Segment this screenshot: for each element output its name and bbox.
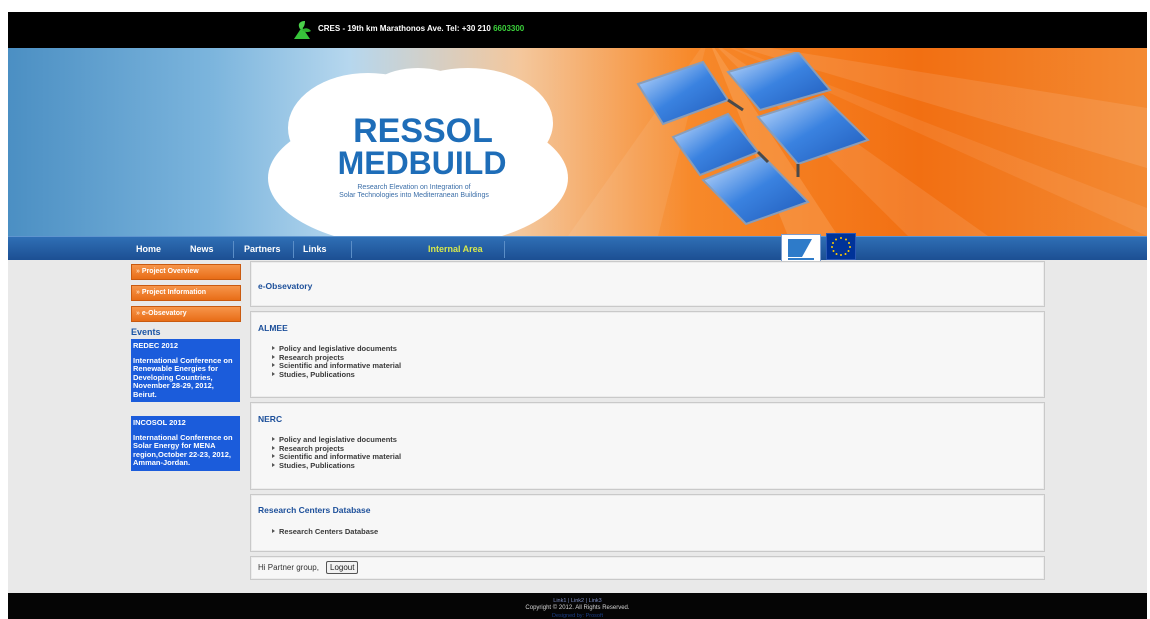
tagline-line-2: Solar Technologies into Mediterranean Bu… <box>339 192 489 199</box>
contact-text: CRES - 19th km Marathonos Ave. Tel: +30 … <box>318 24 494 33</box>
arrow-right-icon <box>272 346 275 350</box>
sidebar-e-obsevatory[interactable]: » e-Obsevatory <box>131 306 241 322</box>
panel-title[interactable]: e-Obsevatory <box>258 281 312 291</box>
double-chevron-icon: » <box>136 268 140 275</box>
link-label: Research Centers Database <box>279 527 379 536</box>
link-label: Studies, Publications <box>279 369 355 379</box>
cres-leaf-icon <box>294 21 311 39</box>
nav-separator <box>293 241 294 258</box>
event-incosol-2012[interactable]: INCOSOL 2012 International Conference on… <box>131 416 240 471</box>
page-footer: Link1 | Link2 | Link3 Copyright © 2012. … <box>8 593 1147 619</box>
arrow-right-icon <box>272 445 275 450</box>
greeting-text: Hi Partner group, <box>258 563 319 572</box>
logout-button[interactable]: Logout <box>326 561 359 574</box>
sidebar-item-label: Project Overview <box>141 268 199 275</box>
footer-link-2[interactable]: Link2 <box>571 598 584 604</box>
event-title: INCOSOL 2012 <box>133 418 186 427</box>
nav-home[interactable]: Home <box>136 244 161 254</box>
panel-almee: ALMEE Policy and legislative documents R… <box>250 311 1045 398</box>
brand-tagline: Research Elevation on Integration of Sol… <box>304 184 524 200</box>
sidebar-project-overview[interactable]: » Project Overview <box>131 264 241 280</box>
double-chevron-icon: » <box>136 310 140 317</box>
panel-title: ALMEE <box>258 323 288 333</box>
nav-separator <box>233 241 234 258</box>
panel-user-session: Hi Partner group, Logout <box>250 556 1045 580</box>
link-label: Studies, Publications <box>279 460 355 470</box>
arrow-right-icon <box>272 363 275 367</box>
panel-nerc: NERC Policy and legislative documents Re… <box>250 402 1045 490</box>
brand-logo-top: RESSOL <box>353 112 493 150</box>
nav-separator <box>351 241 352 258</box>
nerc-link-list: Policy and legislative documents Researc… <box>272 435 401 471</box>
footer-link-3[interactable]: Link3 <box>589 598 602 604</box>
sidebar-project-information[interactable]: » Project Information <box>131 285 241 301</box>
event-redec-2012[interactable]: REDEC 2012 International Conference on R… <box>131 339 240 402</box>
nav-separator <box>504 241 505 258</box>
sidebar-item-label: Project Information <box>141 289 207 296</box>
solar-panels-illustration <box>636 52 870 226</box>
double-chevron-icon: » <box>136 289 140 296</box>
brand-logo-bottom: MEDBUILD <box>337 145 507 181</box>
footer-links: Link1 | Link2 | Link3 <box>8 598 1147 604</box>
arrow-right-icon <box>272 529 275 533</box>
list-item[interactable]: Studies, Publications <box>272 369 401 380</box>
almee-link-list: Policy and legislative documents Researc… <box>272 344 401 380</box>
left-sidebar: » Project Overview » Project Information »… <box>131 264 241 479</box>
designed-by-text[interactable]: Designed by: Prosoft <box>8 613 1147 619</box>
eu-stars-icon <box>827 234 855 259</box>
events-heading: Events <box>131 327 161 337</box>
event-description: International Conference on Solar Energy… <box>133 432 233 467</box>
top-contact-bar: CRES - 19th km Marathonos Ave. Tel: +30 … <box>8 12 1147 48</box>
nav-news[interactable]: News <box>190 244 214 254</box>
arrow-right-icon <box>272 462 275 467</box>
arrow-right-icon <box>272 454 275 458</box>
page: CRES - 19th km Marathonos Ave. Tel: +30 … <box>8 12 1147 619</box>
panel-title: Research Centers Database <box>258 505 371 515</box>
rcd-link-list: Research Centers Database <box>272 527 379 537</box>
header-banner: RESSOL MEDBUILD Research Elevation on In… <box>8 48 1147 236</box>
arrow-right-icon <box>272 354 275 359</box>
nav-internal-area[interactable]: Internal Area <box>428 244 483 254</box>
arrow-right-icon <box>272 437 275 441</box>
copyright-text: Copyright © 2012. All Rights Reserved. <box>525 605 630 611</box>
tagline-line-1: Research Elevation on Integration of <box>357 184 471 191</box>
main-navigation: Home News Partners Links Internal Area <box>8 233 1147 265</box>
arrow-right-icon <box>272 371 275 376</box>
panel-research-centers: Research Centers Database Research Cente… <box>250 494 1045 552</box>
panel-title: NERC <box>258 414 283 424</box>
contact-phone: 6603300 <box>493 24 525 33</box>
footer-link-1[interactable]: Link1 <box>553 598 566 604</box>
event-description: International Conference on Renewable En… <box>133 355 233 399</box>
contact-info: CRES - 19th km Marathonos Ave. Tel: +30 … <box>318 24 524 33</box>
event-title: REDEC 2012 <box>133 341 179 350</box>
nav-links[interactable]: Links <box>303 244 327 254</box>
sidebar-item-label: e-Obsevatory <box>141 310 187 317</box>
panel-e-obsevatory: e-Obsevatory <box>250 261 1045 307</box>
fp7-emblem-icon <box>782 235 820 264</box>
eu-flag-logo[interactable] <box>826 233 856 260</box>
nav-partners[interactable]: Partners <box>244 244 281 254</box>
list-item[interactable]: Research Centers Database <box>272 527 379 537</box>
list-item[interactable]: Studies, Publications <box>272 460 401 471</box>
